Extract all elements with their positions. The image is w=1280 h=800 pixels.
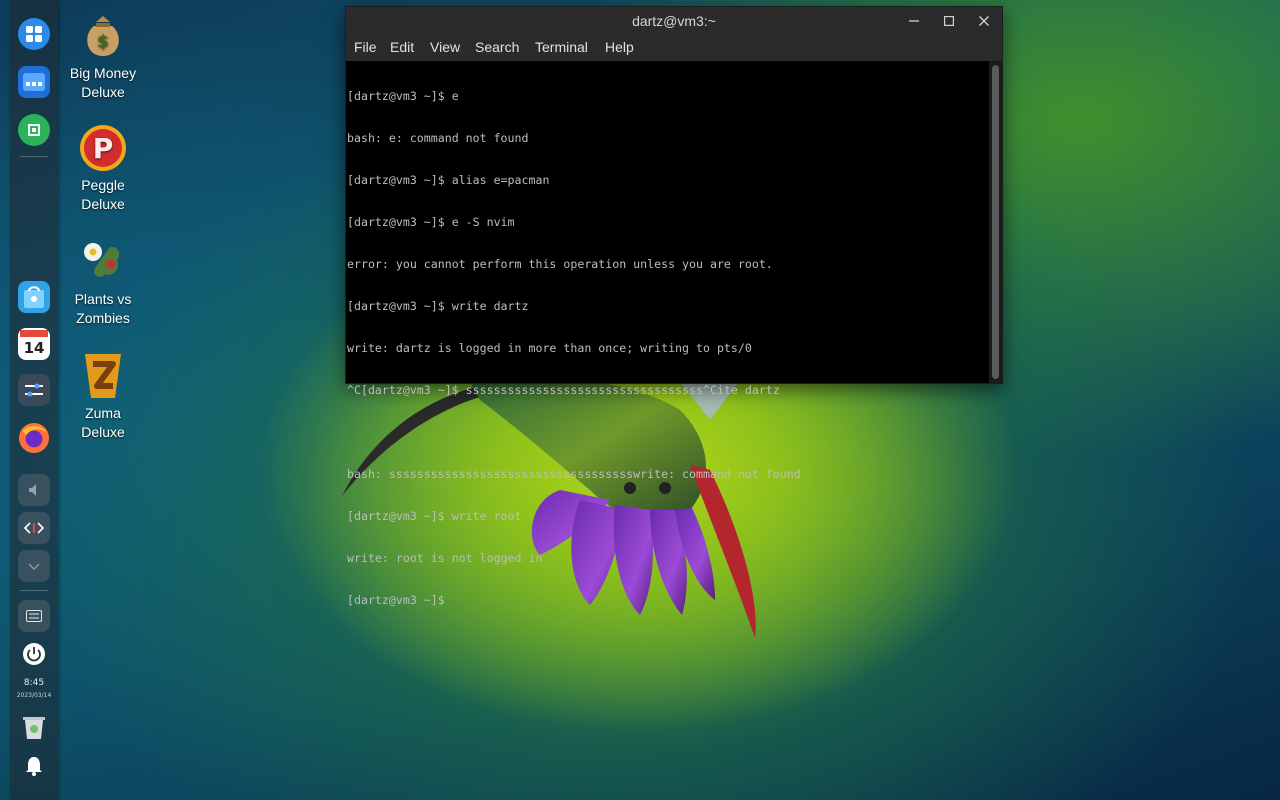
plants-vs-zombies-icon [79,238,127,286]
maximize-button[interactable] [939,11,959,31]
trash-icon [23,717,45,739]
terminal-line: write: dartz is logged in more than once… [347,341,752,355]
terminal-output[interactable]: [dartz@vm3 ~]$ e bash: e: command not fo… [346,61,988,607]
terminal-line: bash: e: command not found [347,131,529,145]
menu-view[interactable]: View [430,39,460,55]
scrollbar-thumb[interactable] [992,65,999,379]
peggle-icon: P [79,124,127,172]
collapse-button[interactable] [18,550,50,582]
menu-search[interactable]: Search [475,39,519,55]
terminal-line: [dartz@vm3 ~]$ write root [347,509,522,523]
power-icon [23,643,45,665]
dock-separator [20,590,48,591]
desktop-icon-peggle-deluxe[interactable]: P Peggle Deluxe [60,124,146,214]
svg-text:$: $ [97,32,109,52]
maximize-icon [944,16,954,26]
menu-edit[interactable]: Edit [390,39,414,55]
app-store-button[interactable] [18,114,50,146]
keyboard-icon [26,610,42,622]
zuma-icon [79,352,127,400]
firefox-icon [18,422,50,454]
calendar-button[interactable]: 14 [18,328,50,360]
money-bag-icon: $ [79,12,127,60]
launcher-icon [26,26,42,42]
menu-bar: File Edit View Search Terminal Help [346,35,1002,61]
clock-time[interactable]: 8:45 [10,678,58,688]
notification-bell-icon [26,757,42,776]
volume-icon [29,484,36,496]
terminal-line: [dartz@vm3 ~]$ e -S nvim [347,215,515,229]
control-center-icon [25,383,43,397]
calendar-icon: 14 [20,330,48,357]
terminal-window[interactable]: dartz@vm3:~ File Edit View Search Termin… [345,6,1003,607]
volume-button[interactable] [18,474,50,506]
app-store-icon [28,124,40,136]
dock-panel: 14 8:45 2023/03/14 [10,0,58,800]
desktop-icon-big-money-deluxe[interactable]: $ Big Money Deluxe [60,12,146,102]
code-switch-icon [23,522,45,534]
desktop-icon-label: Big Money Deluxe [69,65,137,100]
minimize-button[interactable] [904,11,924,31]
terminal-line: bash: ssssssssssssssssssssssssssssssssss… [347,467,801,481]
dock-separator [20,156,48,157]
desktop-icon-label: Peggle Deluxe [81,177,125,212]
desktop-icon-label: Zuma Deluxe [81,405,125,440]
keyboard-button[interactable] [18,600,50,632]
app-store-bag-button[interactable] [18,281,50,313]
close-button[interactable] [974,11,994,31]
minimize-icon [909,20,919,22]
desktop: 14 8:45 2023/03/14 $ Big Money Deluxe P … [0,0,1280,800]
terminal-prompt[interactable]: [dartz@vm3 ~]$ [347,593,801,607]
terminal-line: [dartz@vm3 ~]$ e [347,89,459,103]
menu-terminal[interactable]: Terminal [535,39,588,55]
firefox-button[interactable] [18,422,50,454]
scrollbar[interactable] [989,61,1002,383]
power-button[interactable] [18,638,50,670]
terminal-line: [dartz@vm3 ~]$ write dartz [347,299,529,313]
launcher-button[interactable] [18,18,50,50]
svg-text:P: P [93,132,114,165]
file-manager-icon [23,73,45,91]
desktop-icon-zuma-deluxe[interactable]: Zuma Deluxe [60,352,146,442]
code-switch-button[interactable] [18,512,50,544]
trash-button[interactable] [18,712,50,744]
control-center-button[interactable] [18,374,50,406]
title-bar[interactable]: dartz@vm3:~ [346,7,1002,35]
desktop-icon-label: Plants vs Zombies [74,291,132,326]
collapse-icon [28,563,40,570]
menu-file[interactable]: File [354,39,377,55]
calendar-day: 14 [24,339,45,357]
menu-help[interactable]: Help [605,39,634,55]
clock-date: 2023/03/14 [16,692,52,699]
app-store-bag-icon [24,286,44,308]
terminal-line: [dartz@vm3 ~]$ alias e=pacman [347,173,550,187]
desktop-icon-plants-vs-zombies[interactable]: Plants vs Zombies [60,238,146,328]
notification-button[interactable] [18,750,50,782]
close-icon [979,16,989,26]
file-manager-button[interactable] [18,66,50,98]
terminal-line: ^C[dartz@vm3 ~]$ sssssssssssssssssssssss… [347,383,780,397]
terminal-line: write: root is not logged in [347,551,543,565]
terminal-line: error: you cannot perform this operation… [347,257,773,271]
